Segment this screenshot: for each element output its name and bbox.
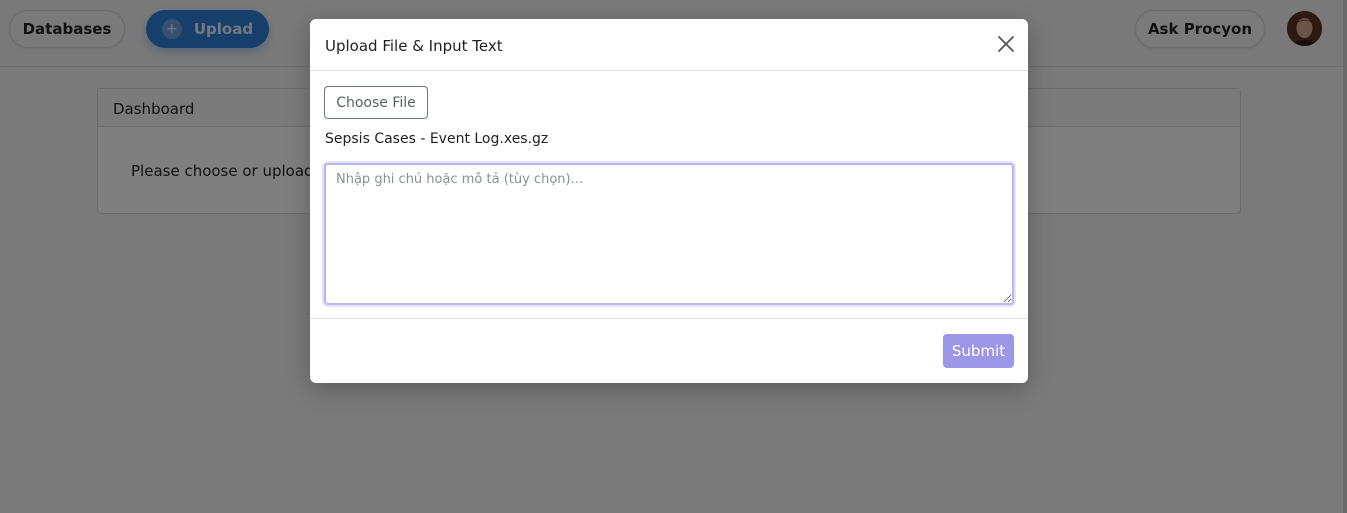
modal-body: Choose File Sepsis Cases - Event Log.xes… <box>310 71 1028 319</box>
modal-title: Upload File & Input Text <box>325 37 503 55</box>
choose-file-button[interactable]: Choose File <box>324 86 428 119</box>
close-icon <box>998 36 1014 52</box>
submit-button[interactable]: Submit <box>943 334 1014 368</box>
scrollbar[interactable] <box>1343 0 1347 513</box>
modal-header: Upload File & Input Text <box>310 19 1028 71</box>
choose-file-label: Choose File <box>336 94 416 111</box>
modal-footer: Submit <box>310 319 1028 382</box>
close-button[interactable] <box>997 35 1015 53</box>
upload-modal: Upload File & Input Text Choose File Sep… <box>310 19 1028 383</box>
note-textarea[interactable] <box>324 163 1014 305</box>
selected-file-name: Sepsis Cases - Event Log.xes.gz <box>325 131 549 147</box>
